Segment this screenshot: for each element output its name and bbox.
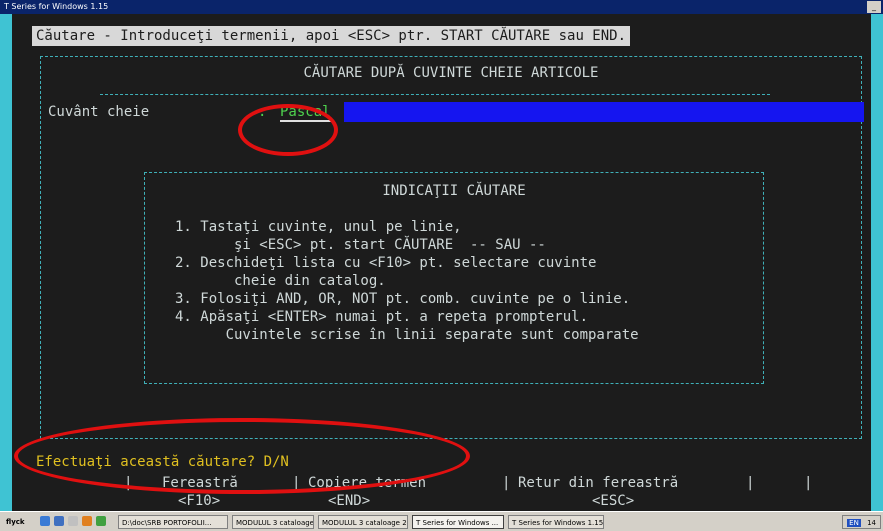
hint-line: 2. Deschideţi lista cu <F10> pt. selecta… — [175, 255, 597, 271]
confirm-search-prompt: Efectuaţi această căutare? D/N — [36, 454, 289, 470]
panel-title: CĂUTARE DUPĂ CUVINTE CHEIE ARTICOLE — [303, 65, 599, 81]
hint-line: şi <ESC> pt. start CĂUTARE -- SAU -- — [175, 237, 546, 253]
firefox-icon[interactable] — [82, 516, 92, 526]
system-tray: EN 14 — [842, 515, 881, 529]
fkey-separator: | — [502, 475, 511, 491]
panel-divider — [100, 94, 770, 95]
hints-title: INDICAŢII CĂUTARE — [382, 183, 526, 199]
language-indicator[interactable]: EN — [847, 519, 861, 527]
windows-taskbar: flyck D:\doc\SRB PORTOFOLII... MODULUL 3… — [0, 511, 883, 531]
hint-line: 1. Tastaţi cuvinte, unul pe linie, — [175, 219, 462, 235]
start-button[interactable]: flyck — [2, 515, 29, 529]
fkey-return-key[interactable]: <ESC> — [592, 493, 634, 509]
fkey-separator: | — [124, 475, 133, 491]
keyword-input-value[interactable]: Pascal — [280, 104, 331, 122]
terminal-console: Căutare - Introduceţi termenii, apoi <ES… — [12, 14, 871, 511]
keyword-field-label: Cuvânt cheie — [48, 104, 150, 120]
keyword-field-colon: : — [258, 104, 267, 120]
word-icon[interactable] — [54, 516, 64, 526]
fkey-separator: | — [292, 475, 301, 491]
taskbar-item[interactable]: D:\doc\SRB PORTOFOLII... — [118, 515, 228, 529]
taskbar-item[interactable]: MODULUL 3 cataloage — [232, 515, 314, 529]
function-key-bar: | Fereastră <F10> | Copiere termen <END>… — [12, 475, 871, 511]
hint-line: 3. Folosiţi AND, OR, NOT pt. comb. cuvin… — [175, 291, 631, 307]
hint-line: Cuvintele scrise în linii separate sunt … — [175, 327, 639, 343]
ie-icon[interactable] — [40, 516, 50, 526]
fkey-separator: | — [746, 475, 755, 491]
fkey-window-label[interactable]: Fereastră — [162, 475, 238, 491]
keyword-input[interactable] — [344, 102, 864, 122]
window-title: T Series for Windows 1.15 — [4, 2, 109, 11]
fkey-copy-label[interactable]: Copiere termen — [308, 475, 426, 491]
hints-panel: INDICAŢII CĂUTARE 1. Tastaţi cuvinte, un… — [144, 172, 764, 384]
clock: 14 — [867, 519, 876, 527]
fkey-return-label[interactable]: Retur din fereastră — [518, 475, 678, 491]
hint-line: 4. Apăsaţi <ENTER> numai pt. a repeta pr… — [175, 309, 589, 325]
fkey-window-key[interactable]: <F10> — [178, 493, 220, 509]
search-prompt-bar: Căutare - Introduceţi termenii, apoi <ES… — [32, 26, 631, 46]
hint-line: cheie din catalog. — [175, 273, 386, 289]
window-title-bar: T Series for Windows 1.15 _ — [0, 0, 883, 14]
fkey-separator: | — [804, 475, 813, 491]
app-icon[interactable] — [68, 516, 78, 526]
minimize-button[interactable]: _ — [867, 1, 881, 13]
app-icon[interactable] — [96, 516, 106, 526]
taskbar-item-active[interactable]: T Series for Windows ... — [412, 515, 504, 529]
taskbar-item[interactable]: MODULUL 3 cataloage 2... — [318, 515, 408, 529]
fkey-copy-key[interactable]: <END> — [328, 493, 370, 509]
taskbar-item[interactable]: T Series for Windows 1.15 — [508, 515, 604, 529]
